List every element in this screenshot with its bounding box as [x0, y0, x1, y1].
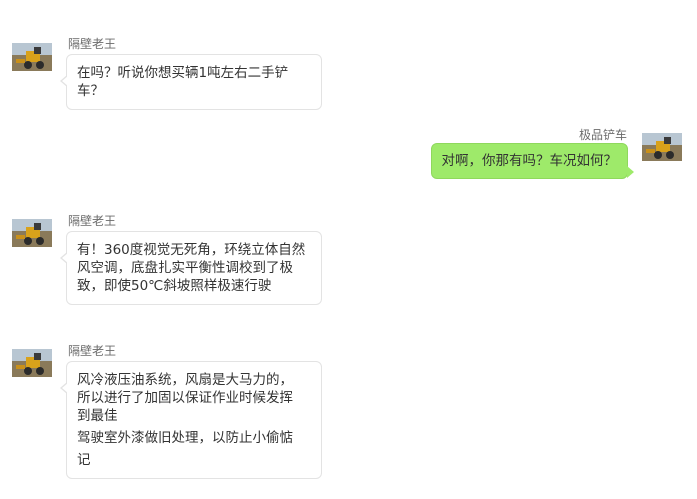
message-bubble[interactable]: 对啊，你那有吗？车况如何？: [430, 143, 634, 179]
message-text: 在吗？听说你想买辆1吨左右二手铲: [77, 65, 289, 81]
message-text: 对啊，你那有吗？车况如何？: [441, 153, 618, 169]
message-bubble[interactable]: 在吗？听说你想买辆1吨左右二手铲 车？: [60, 54, 322, 110]
avatar-image: [12, 43, 52, 71]
avatar[interactable]: [642, 133, 682, 161]
avatar[interactable]: [12, 349, 52, 377]
avatar-image: [12, 349, 52, 377]
avatar-image: [642, 133, 682, 161]
message-text: 驾驶室外漆做旧处理，以防止小偷惦: [77, 430, 293, 446]
message-bubble[interactable]: 有！360度视觉无死角，环绕立体自然 风空调，底盘扎实平衡性调校到了极 致，即使…: [60, 231, 322, 305]
sender-name: 极品铲车: [578, 128, 627, 142]
sender-name: 隔壁老王: [68, 214, 117, 228]
message-text: 记: [77, 452, 91, 468]
chat-window: 隔壁老王 在吗？听说你想买辆1吨左右二手铲 车？ 极品铲车 对啊，你那有吗？车况…: [0, 0, 697, 499]
message-text: 所以进行了加固以保证作业时候发挥: [77, 390, 293, 406]
message-text: 有！360度视觉无死角，环绕立体自然: [77, 242, 306, 258]
message-text: 到最佳: [77, 408, 118, 424]
avatar[interactable]: [12, 43, 52, 71]
message-text: 风空调，底盘扎实平衡性调校到了极: [77, 260, 293, 276]
sender-name: 隔壁老王: [68, 37, 117, 51]
message-text: 风冷液压油系统，风扇是大马力的，: [77, 372, 293, 388]
message-text: 车？: [77, 83, 104, 99]
sender-name: 隔壁老王: [68, 344, 117, 358]
message-text: 致，即使50℃斜坡照样极速行驶: [77, 278, 272, 294]
message-bubble[interactable]: 风冷液压油系统，风扇是大马力的， 所以进行了加固以保证作业时候发挥 到最佳 驾驶…: [60, 361, 322, 479]
avatar-image: [12, 219, 52, 247]
avatar[interactable]: [12, 219, 52, 247]
